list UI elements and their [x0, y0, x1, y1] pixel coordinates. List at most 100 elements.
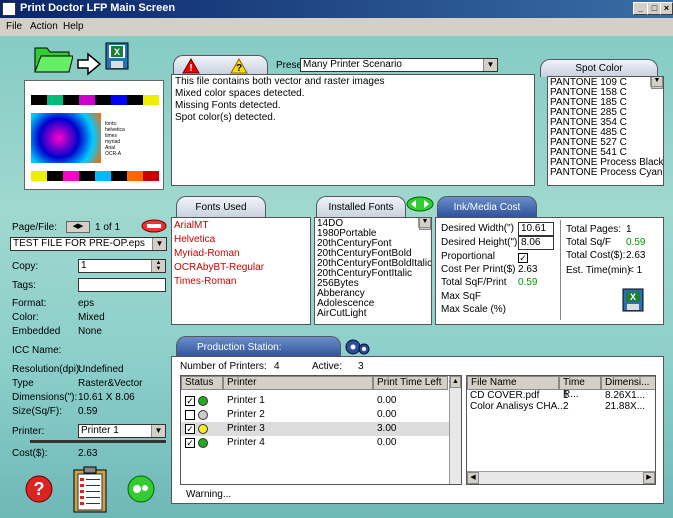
thumb-image — [31, 113, 101, 163]
ink-media-cost-tab: Ink/Media Cost — [437, 196, 537, 218]
printer-select[interactable]: Printer 1 ▼ — [78, 424, 166, 438]
desired-height-input[interactable]: 8.06 — [518, 236, 554, 250]
scroll-up-icon[interactable]: ▲ — [450, 376, 461, 388]
column-header-dimensions[interactable]: Dimensi... — [601, 376, 655, 390]
file-row-time: 1 — [563, 390, 569, 401]
printer-checkbox[interactable]: ✓ — [185, 438, 195, 449]
help-icon[interactable]: ? — [24, 474, 54, 504]
printer-checkbox[interactable] — [185, 410, 195, 421]
fonts-used-list[interactable]: ArialMT Helvetica Myriad-Roman OCRAbyBT-… — [171, 217, 311, 325]
desired-width-input[interactable]: 10.61 — [518, 222, 554, 236]
max-scale-label: Max Scale (%) — [441, 304, 507, 315]
list-item[interactable]: ArialMT — [174, 220, 308, 234]
svg-text:?: ? — [236, 63, 242, 74]
status-text: Warning... — [186, 489, 232, 500]
total-cost-value: 2.63 — [626, 250, 646, 261]
close-button[interactable]: × — [660, 2, 673, 15]
scroll-left-icon[interactable]: ◀ — [467, 472, 479, 484]
list-item[interactable]: Myriad-Roman — [174, 248, 308, 262]
spot-color-list[interactable]: PANTONE 109 C PANTONE 158 C PANTONE 185 … — [547, 76, 664, 186]
copy-stepper[interactable]: 1 ▲ ▼ — [78, 259, 166, 273]
active-label: Active: — [312, 361, 343, 372]
dimensions-value: 10.61 X 8.06 — [78, 392, 135, 403]
page-nav-buttons[interactable]: ◀▶ — [66, 221, 90, 233]
svg-text:X: X — [114, 47, 120, 57]
printer-name: Printer 1 — [227, 395, 265, 406]
file-select[interactable]: TEST FILE FOR PRE-OP.eps ▼ — [10, 237, 167, 251]
report-clipboard-icon[interactable] — [72, 466, 108, 514]
cost-label: Cost($): — [12, 448, 48, 459]
installed-fonts-list[interactable]: 14DO 1980Portable 20thCenturyFont 20thCe… — [314, 217, 432, 325]
stepper-icon[interactable]: ▲ ▼ — [151, 260, 165, 272]
chevron-down-icon[interactable]: ▼ — [151, 425, 165, 437]
printer-name: Printer 3 — [227, 423, 265, 434]
cost-divider — [30, 440, 166, 443]
app-icon — [2, 2, 16, 16]
spot-color-tab: Spot Color — [540, 59, 658, 77]
scrollbar[interactable]: ▲ — [449, 376, 461, 484]
column-header-time-remaining[interactable]: Time R... — [559, 376, 601, 400]
alert-tab: ! ? — [173, 55, 268, 75]
file-row-name[interactable]: Color Analisys CHA... — [470, 401, 566, 412]
file-row-name[interactable]: CD COVER.pdf — [470, 390, 539, 401]
list-item[interactable]: Times-Roman — [174, 276, 308, 290]
scrollbar[interactable]: ▲ ▼ — [650, 77, 663, 89]
tags-input[interactable] — [78, 278, 166, 292]
minimize-button[interactable]: _ — [633, 2, 648, 15]
table-row[interactable]: ✓ Printer 3 3.00 — [181, 422, 449, 436]
column-header-printer[interactable]: Printer — [223, 376, 373, 390]
dimensions-label: Dimensions("): — [12, 392, 78, 403]
active-value: 3 — [358, 361, 364, 372]
file-row-dim: 21.88X... — [605, 401, 646, 412]
printer-checkbox[interactable]: ✓ — [185, 396, 195, 407]
column-header-time-left[interactable]: Print Time Left — [373, 376, 448, 390]
production-panel: Number of Printers: 4 Active: 3 Status P… — [171, 356, 664, 504]
scrollbar[interactable]: ▲ ▼ — [418, 218, 431, 230]
table-row[interactable]: ✓ Printer 1 0.00 — [181, 394, 449, 408]
desired-width-label: Desired Width(") — [441, 223, 515, 234]
copy-label: Copy: — [12, 261, 39, 272]
excel-save-icon[interactable]: X — [105, 42, 129, 70]
remove-file-icon[interactable] — [141, 219, 167, 233]
printer-time: 0.00 — [377, 437, 397, 448]
scroll-down-icon[interactable]: ▼ — [651, 77, 663, 87]
menu-file[interactable]: File — [6, 21, 22, 32]
list-item[interactable]: PANTONE Process Cyan — [550, 168, 662, 178]
column-header-status[interactable]: Status — [181, 376, 223, 390]
icc-name-label: ICC Name: — [12, 345, 62, 356]
menu-help[interactable]: Help — [63, 21, 84, 32]
total-sqf-print-value: 0.59 — [518, 277, 538, 288]
proportional-checkbox[interactable]: ✓ — [518, 253, 528, 264]
chevron-down-icon[interactable]: ▼ — [152, 238, 166, 250]
gears-icon[interactable] — [343, 338, 371, 356]
export-arrow-icon[interactable] — [76, 52, 102, 76]
file-row-dim: 8.26X1... — [605, 390, 646, 401]
scroll-right-icon[interactable]: ▶ — [643, 472, 655, 484]
swap-fonts-icon[interactable] — [406, 196, 434, 212]
installed-fonts-tab: Installed Fonts — [316, 196, 406, 218]
list-item[interactable]: Helvetica — [174, 234, 308, 248]
horizontal-scrollbar[interactable]: ◀ ▶ — [467, 471, 655, 484]
error-alert-icon: ! — [182, 58, 200, 74]
process-gears-icon[interactable] — [126, 474, 156, 504]
ink-media-cost-panel: Desired Width(") 10.61 Desired Height(")… — [435, 217, 664, 325]
menu-action[interactable]: Action — [30, 21, 58, 32]
column-header-file-name[interactable]: File Name — [467, 376, 559, 390]
num-printers-label: Number of Printers: — [180, 361, 267, 372]
type-value: Raster&Vector — [78, 378, 143, 389]
scroll-down-icon[interactable]: ▼ — [419, 218, 431, 228]
warning-alert-icon: ? — [230, 58, 248, 74]
list-item[interactable]: AirCutLight — [317, 309, 429, 319]
preset-select[interactable]: Many Printer Scenario ▼ — [300, 58, 498, 72]
type-label: Type — [12, 378, 34, 389]
table-row[interactable]: ✓ Printer 4 0.00 — [181, 436, 449, 450]
open-folder-icon[interactable] — [33, 42, 73, 74]
printer-checkbox[interactable]: ✓ — [185, 424, 195, 435]
message-item: Spot color(s) detected. — [175, 112, 276, 123]
chevron-down-icon[interactable]: ▼ — [483, 59, 497, 71]
total-cost-label: Total Cost($): — [566, 250, 626, 261]
list-item[interactable]: OCRAbyBT-Regular — [174, 262, 308, 276]
est-time-value: < 1 — [628, 265, 643, 276]
table-row[interactable]: Printer 2 0.00 — [181, 408, 449, 422]
excel-export-icon[interactable]: X — [622, 288, 644, 312]
